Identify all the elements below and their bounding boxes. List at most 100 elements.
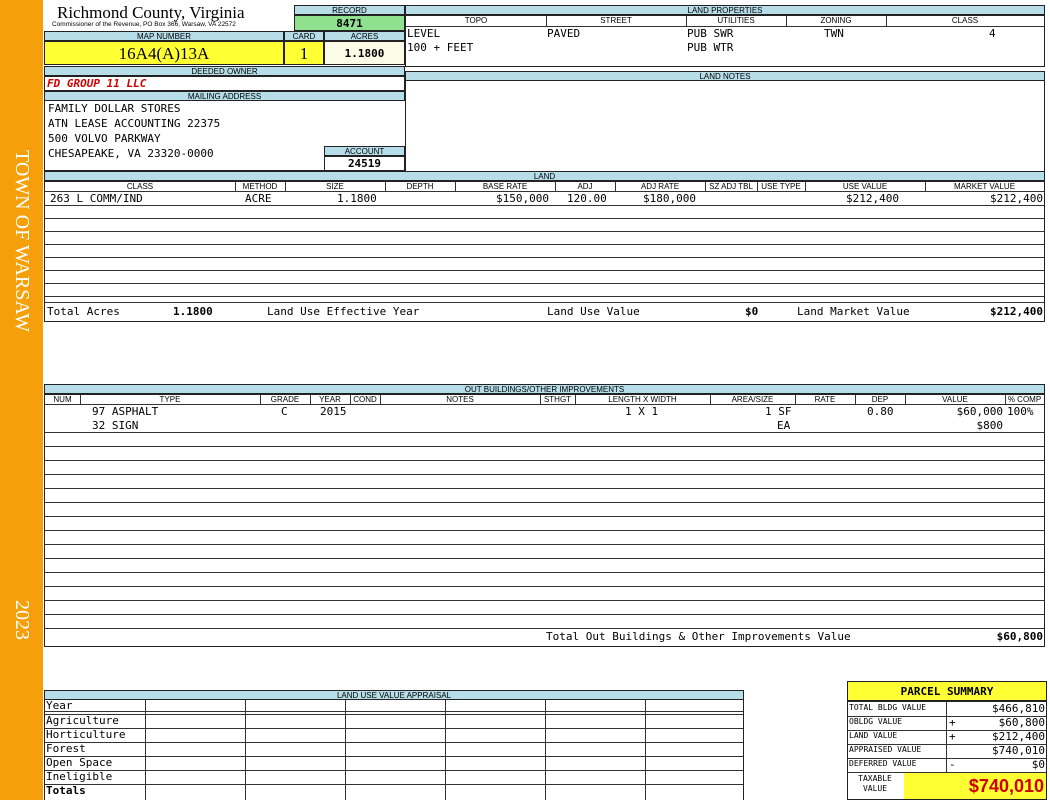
ob-row1-area: 1 SF [765, 405, 792, 418]
ob-total-label: Total Out Buildings & Other Improvements… [546, 630, 851, 643]
ob-row1-year: 2015 [320, 405, 347, 418]
address-line-1: FAMILY DOLLAR STORES [48, 102, 181, 115]
ob-col-num: NUM [53, 395, 72, 404]
land-row-size: 1.1800 [337, 192, 377, 205]
ob-row1-comp: 100% [1007, 405, 1034, 418]
ob-col-sthgt: STHGT [543, 395, 572, 404]
effective-year-label: Land Use Effective Year [267, 305, 420, 318]
appraisal-row-open-space: Open Space [46, 756, 113, 769]
land-col-depth: DEPTH [406, 182, 434, 191]
appraisal-table: Year Agriculture Horticulture Forest Ope… [44, 699, 744, 800]
record-label: RECORD [294, 5, 405, 15]
appraisal-row-year: Year [46, 699, 73, 712]
topo-value-2: 100 + FEET [407, 41, 474, 54]
card-label: CARD [284, 31, 324, 41]
land-table: CLASS METHOD SIZE DEPTH BASE RATE ADJ AD… [44, 181, 1045, 322]
appraisal-row-agriculture: Agriculture [46, 714, 119, 727]
summary-deferred-value: $0 [1031, 758, 1045, 771]
col-class: CLASS [951, 16, 979, 25]
total-acres-value: 1.1800 [173, 305, 213, 318]
address-line-4: CHESAPEAKE, VA 23320-0000 [48, 147, 214, 160]
land-use-value-label: Land Use Value [547, 305, 640, 318]
summary-appraised-label: APPRAISED VALUE [849, 745, 922, 754]
land-market-value: $212,400 [990, 305, 1043, 318]
land-row-adj: 120.00 [567, 192, 607, 205]
taxable-label-line-1: TAXABLE [858, 774, 892, 783]
land-properties-title: LAND PROPERTIES [405, 5, 1045, 15]
ob-col-notes: NOTES [446, 395, 474, 404]
taxable-label-line-2: VALUE [862, 784, 888, 793]
sidebar: TOWN OF WARSAW 2023 [0, 0, 43, 800]
parcel-summary-title: PARCEL SUMMARY [847, 681, 1047, 701]
taxable-label: TAXABLE VALUE [848, 774, 902, 794]
deeded-owner-label: DEEDED OWNER [44, 66, 405, 76]
appraisal-row-ineligible: Ineligible [46, 770, 113, 783]
address-line-2: ATN LEASE ACCOUNTING 22375 [48, 117, 221, 130]
ob-row2-area: EA [777, 419, 791, 432]
class-value: 4 [989, 27, 996, 40]
land-notes-title: LAND NOTES [405, 71, 1045, 81]
land-col-market-value: MARKET VALUE [953, 182, 1016, 191]
deeded-owner-box: FD GROUP 11 LLC [44, 76, 405, 91]
land-row-use-value: $212,400 [846, 192, 899, 205]
ob-row1-grade: C [281, 405, 288, 418]
record-value: 8471 [294, 15, 405, 31]
parcel-summary-table: TOTAL BLDG VALUE $466,810 OBLDG VALUE + … [847, 701, 1047, 800]
zoning-value: TWN [824, 27, 844, 40]
account-label: ACCOUNT [324, 146, 405, 156]
land-use-value: $0 [745, 305, 759, 318]
utilities-value-2: PUB WTR [687, 41, 734, 54]
summary-land-value: $212,400 [992, 730, 1045, 743]
ob-row2-type: 32 SIGN [92, 419, 139, 432]
mailing-address-label: MAILING ADDRESS [44, 91, 405, 101]
ob-col-grade: GRADE [270, 395, 300, 404]
outbuildings-table: NUM TYPE GRADE YEAR COND NOTES STHGT LEN… [44, 394, 1045, 647]
land-col-size: SIZE [326, 182, 344, 191]
col-street: STREET [600, 16, 632, 25]
ob-col-year: YEAR [319, 395, 341, 404]
outbuildings-title: OUT BUILDINGS/OTHER IMPROVEMENTS [44, 384, 1045, 394]
ob-col-area: AREA/SIZE [731, 395, 774, 404]
county-subtitle: Commissioner of the Revenue, PO Box 366,… [52, 21, 236, 28]
acres-label: ACRES [324, 31, 405, 41]
address-line-3: 500 VOLVO PARKWAY [48, 132, 161, 145]
map-number-value: 16A4(A)13A [44, 41, 284, 65]
appraisal-title: LAND USE VALUE APPRAISAL [44, 690, 744, 700]
summary-appraised-value: $740,010 [992, 744, 1045, 757]
appraisal-row-forest: Forest [46, 742, 86, 755]
ob-row1-length-width: 1 X 1 [625, 405, 659, 418]
land-row-method: ACRE [245, 192, 272, 205]
land-col-sz-adj: SZ ADJ TBL [709, 182, 753, 191]
land-col-base-rate: BASE RATE [482, 182, 528, 191]
col-utilities: UTILITIES [717, 16, 755, 25]
county-title: Richmond County, Virginia [57, 3, 245, 22]
land-row-base-rate: $150,000 [496, 192, 549, 205]
land-row-class: 263 L COMM/IND [50, 192, 143, 205]
ob-col-value: VALUE [942, 395, 968, 404]
ob-row2-value: $800 [976, 419, 1004, 432]
land-row-adj-rate: $180,000 [643, 192, 696, 205]
appraisal-row-totals: Totals [46, 784, 86, 797]
ob-col-cond: COND [353, 395, 377, 404]
land-properties-box: TOPO STREET UTILITIES ZONING CLASS LEVEL… [405, 15, 1045, 67]
land-col-adj-rate: ADJ RATE [640, 182, 680, 191]
ob-row1-dep: 0.80 [867, 405, 894, 418]
acres-value: 1.1800 [324, 41, 405, 65]
year-label: 2023 [11, 600, 33, 640]
ob-total-value: $60,800 [996, 630, 1043, 643]
col-zoning: ZONING [820, 16, 852, 25]
taxable-value: $740,010 [904, 773, 1046, 799]
map-number-label: MAP NUMBER [44, 31, 284, 41]
land-col-method: METHOD [242, 182, 278, 191]
summary-obldg-value: $60,800 [998, 716, 1045, 729]
summary-land-label: LAND VALUE [849, 731, 898, 740]
summary-deferred-label: DEFERRED VALUE [849, 759, 917, 768]
ob-col-length-width: LENGTH X WIDTH [608, 395, 677, 404]
land-col-use-value: USE VALUE [842, 182, 888, 191]
town-label: TOWN OF WARSAW [11, 150, 33, 333]
land-notes-box [405, 81, 1045, 171]
ob-col-dep: DEP [871, 395, 889, 404]
summary-bldg-value: $466,810 [992, 702, 1045, 715]
ob-row1-type: 97 ASPHALT [92, 405, 159, 418]
appraisal-row-horticulture: Horticulture [46, 728, 126, 741]
